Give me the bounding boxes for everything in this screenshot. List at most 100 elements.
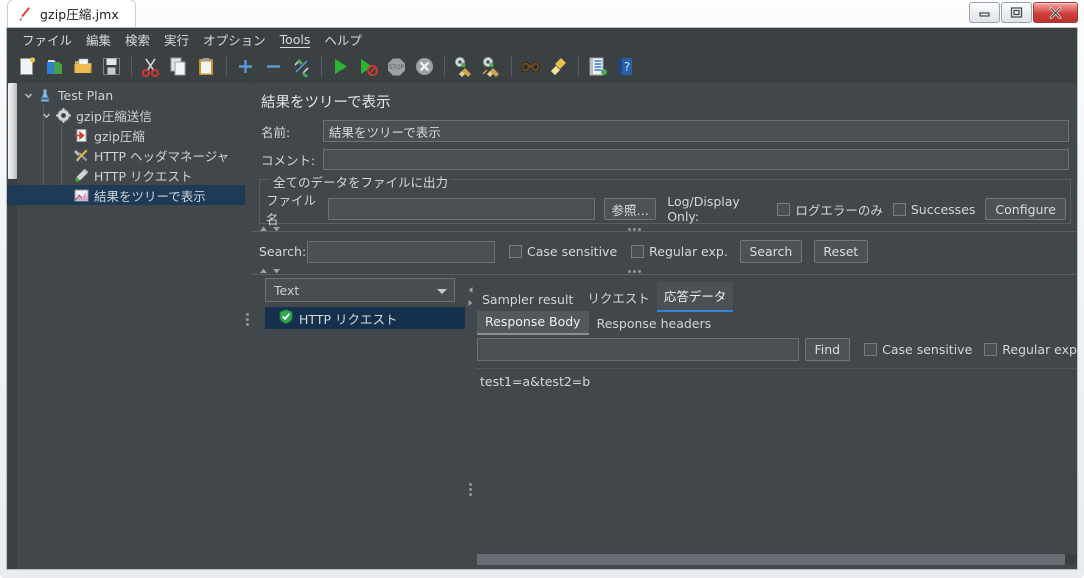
- svg-text:?: ?: [624, 60, 630, 74]
- tree-node-gzip-preprocessor[interactable]: gzip圧縮: [19, 125, 245, 145]
- close-button[interactable]: [1033, 2, 1078, 23]
- tree-node-header-manager[interactable]: HTTP ヘッダマネージャ: [19, 145, 245, 165]
- new-icon[interactable]: [15, 54, 40, 79]
- response-scrollbar-thumb[interactable]: [477, 554, 1065, 565]
- name-input[interactable]: 結果をツリーで表示: [323, 120, 1069, 142]
- tab-response-headers[interactable]: Response headers: [589, 313, 720, 335]
- find-regex-label[interactable]: Regular exp: [1002, 342, 1077, 357]
- copy-icon[interactable]: [166, 54, 191, 79]
- tree-vertical-scrollbar[interactable]: [8, 83, 17, 569]
- main-split: Test Plan gzip圧縮送信 gzip圧縮 HTTP ヘッダマネージャ …: [7, 83, 1077, 569]
- search-icon[interactable]: [518, 54, 543, 79]
- find-row: Find Case sensitive Regular exp: [477, 338, 1077, 361]
- jmeter-feather-icon: [18, 6, 32, 22]
- divider-upper: [251, 231, 1077, 232]
- thread-group-icon: [53, 107, 73, 123]
- find-case-sensitive-checkbox[interactable]: [864, 343, 878, 356]
- success-shield-icon: [279, 309, 293, 327]
- menu-tools[interactable]: Tools: [273, 30, 318, 49]
- find-button[interactable]: Find: [804, 338, 851, 361]
- tab-sampler-result[interactable]: Sampler result: [475, 288, 580, 312]
- chevron-down-icon[interactable]: [39, 111, 53, 120]
- save-icon[interactable]: [99, 54, 124, 79]
- search-case-sensitive-checkbox[interactable]: [509, 245, 522, 258]
- search-reset-icon[interactable]: [546, 54, 571, 79]
- find-regex-checkbox[interactable]: [984, 343, 998, 356]
- window-tab[interactable]: gzip圧縮.jmx: [8, 0, 135, 27]
- renderer-select-value: Text: [274, 282, 300, 298]
- write-results-legend: 全てのデータをファイルに出力: [269, 172, 453, 191]
- tree-node-test-plan[interactable]: Test Plan: [19, 85, 245, 105]
- minimize-button[interactable]: [969, 2, 1000, 23]
- sampler-detail-pane: Sampler result リクエスト 応答データ Response Body…: [475, 278, 1077, 569]
- toolbar-separator: [444, 56, 445, 77]
- find-case-sensitive-label[interactable]: Case sensitive: [882, 342, 972, 357]
- toggle-icon[interactable]: [289, 54, 314, 79]
- response-horizontal-scrollbar[interactable]: [477, 554, 1077, 565]
- collapse-all-icon[interactable]: [261, 54, 286, 79]
- filename-input[interactable]: [328, 198, 596, 220]
- stop-icon[interactable]: STOP: [384, 54, 409, 79]
- menu-search[interactable]: 検索: [118, 28, 157, 51]
- cut-icon[interactable]: [138, 54, 163, 79]
- menu-options[interactable]: オプション: [196, 28, 273, 51]
- reset-button[interactable]: Reset: [813, 240, 868, 263]
- menu-edit[interactable]: 編集: [79, 28, 118, 51]
- start-icon[interactable]: [328, 54, 353, 79]
- tree-node-view-results-tree[interactable]: 結果をツリーで表示: [7, 185, 245, 205]
- configure-button[interactable]: Configure: [985, 198, 1066, 220]
- name-label: 名前:: [261, 124, 291, 140]
- window-frame: gzip圧縮.jmx ファイル 編集 検索 実行 オプション Tools ヘルプ…: [0, 0, 1084, 578]
- search-button[interactable]: Search: [739, 240, 802, 263]
- function-helper-icon[interactable]: [585, 54, 610, 79]
- browse-button[interactable]: 参照…: [604, 198, 657, 220]
- name-row: 名前: 結果をツリーで表示: [261, 120, 1069, 142]
- successes-checkbox[interactable]: [892, 202, 906, 216]
- tree-node-label: Test Plan: [58, 87, 114, 103]
- errors-only-label[interactable]: ログエラーのみ: [795, 200, 883, 219]
- window-title: gzip圧縮.jmx: [40, 7, 119, 22]
- split-bar-upper[interactable]: [251, 224, 1077, 234]
- search-regex-checkbox[interactable]: [631, 245, 645, 258]
- errors-only-checkbox[interactable]: [777, 202, 791, 216]
- templates-icon[interactable]: [43, 54, 68, 79]
- chevron-down-icon[interactable]: [21, 91, 35, 100]
- successes-label[interactable]: Successes: [911, 202, 976, 217]
- split-grip-lower: [251, 269, 1077, 273]
- search-input[interactable]: [307, 240, 495, 263]
- tree-scrollbar-thumb[interactable]: [8, 83, 17, 179]
- comment-input[interactable]: [323, 149, 1069, 170]
- tab-response-data[interactable]: 応答データ: [656, 282, 734, 312]
- splitter-collapse-left[interactable]: [467, 283, 474, 297]
- tree-node-http-request[interactable]: HTTP リクエスト: [19, 165, 245, 185]
- results-list-pane: Text HTTP リクエスト: [259, 278, 465, 565]
- toolbar-separator: [131, 56, 132, 77]
- menu-help[interactable]: ヘルプ: [317, 28, 369, 51]
- tab-request[interactable]: リクエスト: [580, 284, 657, 312]
- search-regex-label[interactable]: Regular exp.: [649, 244, 728, 259]
- expand-all-icon[interactable]: [233, 54, 258, 79]
- shutdown-icon[interactable]: [412, 54, 437, 79]
- open-icon[interactable]: [71, 54, 96, 79]
- menu-file[interactable]: ファイル: [15, 28, 79, 51]
- start-no-timers-icon[interactable]: [356, 54, 381, 79]
- paste-icon[interactable]: [194, 54, 219, 79]
- clear-icon[interactable]: [451, 54, 476, 79]
- tree-node-thread-group[interactable]: gzip圧縮送信: [19, 105, 245, 125]
- main-splitter[interactable]: [245, 83, 250, 569]
- results-splitter[interactable]: [467, 278, 474, 569]
- results-tree: HTTP リクエスト: [265, 307, 465, 565]
- log-display-label: Log/Display Only:: [667, 194, 740, 224]
- splitter-collapse-right[interactable]: [467, 296, 474, 310]
- clear-all-icon[interactable]: [479, 54, 504, 79]
- results-tree-item[interactable]: HTTP リクエスト: [265, 307, 465, 329]
- search-case-sensitive-label[interactable]: Case sensitive: [527, 244, 617, 259]
- find-input[interactable]: [477, 338, 799, 361]
- maximize-button[interactable]: [1001, 2, 1032, 23]
- tab-response-body[interactable]: Response Body: [477, 311, 589, 335]
- help-icon[interactable]: ?: [613, 54, 638, 79]
- toolbar-separator: [578, 56, 579, 77]
- renderer-select[interactable]: Text: [265, 278, 455, 302]
- menu-run[interactable]: 実行: [157, 28, 196, 51]
- splitter-handle-dots: [246, 313, 249, 326]
